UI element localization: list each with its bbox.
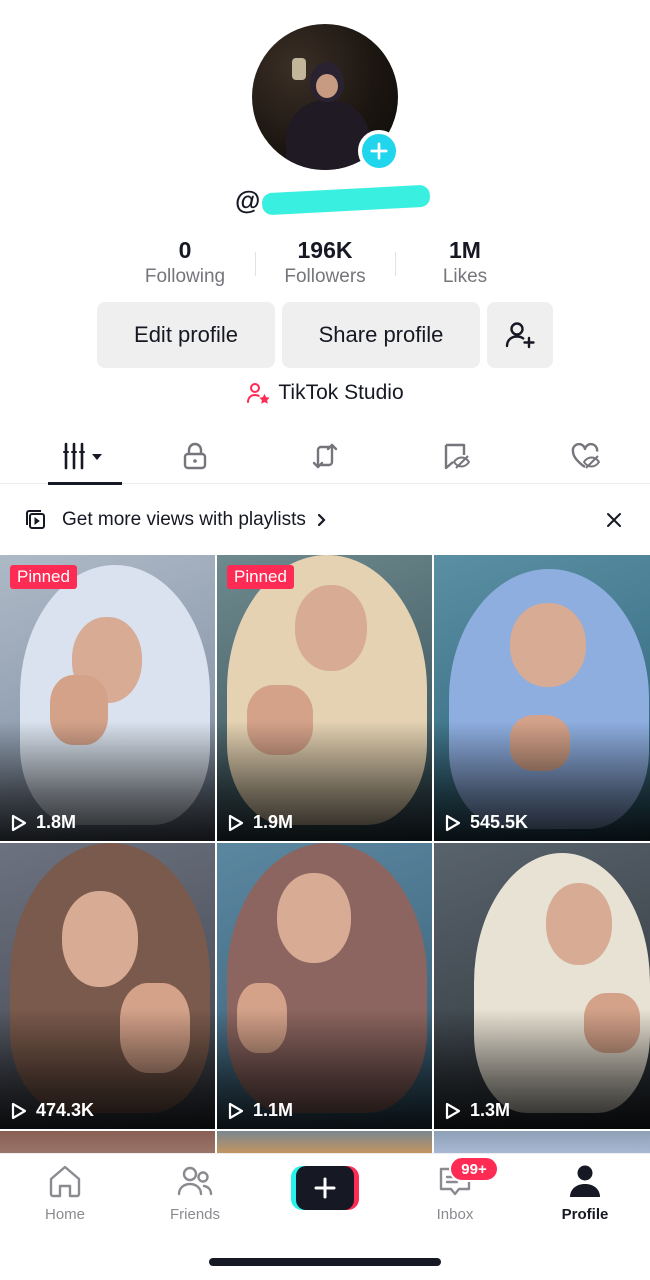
tab-liked[interactable]	[520, 428, 650, 484]
video-tile-peek[interactable]	[0, 1131, 215, 1153]
stat-label: Likes	[442, 266, 488, 287]
view-count-value: 1.9M	[253, 812, 294, 832]
view-count-value: 1.8M	[36, 812, 77, 832]
video-tile[interactable]: 1.3M	[434, 843, 650, 1129]
chevron-right-icon	[317, 513, 326, 527]
nav-label: Friends	[169, 1206, 221, 1223]
video-tile-peek[interactable]	[434, 1131, 650, 1153]
heart-hidden-icon	[571, 442, 600, 469]
play-icon	[11, 1102, 27, 1119]
stat-following[interactable]: 0 Following	[115, 236, 255, 292]
inbox-badge: 99+	[449, 1156, 499, 1182]
video-tile[interactable]: 545.5K	[434, 555, 650, 841]
close-icon[interactable]	[604, 510, 624, 530]
add-friend-button[interactable]	[487, 302, 553, 368]
plus-icon	[370, 142, 388, 160]
view-count: 1.3M	[444, 1100, 510, 1121]
nav-profile[interactable]: Profile	[520, 1162, 650, 1223]
nav-home[interactable]: Home	[0, 1162, 130, 1223]
video-tile[interactable]: Pinned 1.9M	[217, 555, 432, 841]
play-icon	[11, 814, 27, 831]
tiktok-studio-link[interactable]: TikTok Studio	[0, 378, 650, 408]
share-profile-button[interactable]: Share profile	[282, 302, 480, 368]
stat-value: 196K	[297, 237, 353, 263]
home-icon	[49, 1165, 81, 1198]
stat-likes[interactable]: 1M Likes	[395, 236, 535, 292]
lock-icon	[183, 442, 207, 470]
nav-friends[interactable]: Friends	[130, 1162, 260, 1223]
nav-label: Profile	[561, 1206, 609, 1223]
add-user-icon	[505, 322, 535, 349]
stat-value: 0	[178, 237, 192, 263]
play-icon	[228, 814, 244, 831]
view-count-value: 1.1M	[253, 1100, 294, 1120]
playlist-icon	[26, 510, 45, 529]
bookmark-hidden-icon	[444, 443, 470, 470]
stat-label: Following	[144, 266, 226, 287]
playlists-banner[interactable]: Get more views with playlists	[0, 486, 650, 554]
plus-icon	[314, 1177, 336, 1199]
play-icon	[228, 1102, 244, 1119]
stat-value: 1M	[449, 237, 481, 263]
pinned-badge: Pinned	[10, 565, 77, 589]
play-icon	[445, 1102, 461, 1119]
tab-videos[interactable]	[0, 428, 130, 485]
thumbnail-face	[295, 585, 367, 671]
view-count: 1.1M	[227, 1100, 293, 1121]
stat-followers[interactable]: 196K Followers	[255, 236, 395, 292]
profile-stats: 0 Following 196K Followers 1M Likes	[115, 236, 535, 292]
stat-label: Followers	[284, 266, 366, 287]
video-grid: Pinned 1.8M Pinned 1.9M 545.5K 474.3K 1.…	[0, 555, 650, 1153]
view-count-value: 545.5K	[470, 812, 529, 832]
view-count: 545.5K	[444, 812, 528, 833]
videos-grid-icon	[63, 442, 102, 470]
view-count-value: 474.3K	[36, 1100, 95, 1120]
view-count: 474.3K	[10, 1100, 94, 1121]
profile-avatar-container[interactable]	[252, 24, 400, 172]
profile-tabs	[0, 428, 650, 485]
thumbnail-face	[277, 873, 351, 963]
nav-label: Home	[44, 1206, 85, 1223]
video-tile-peek[interactable]	[217, 1131, 432, 1153]
view-count: 1.9M	[227, 812, 293, 833]
nav-label: Inbox	[436, 1206, 474, 1223]
add-avatar-button[interactable]	[358, 130, 400, 172]
tab-favorites[interactable]	[390, 428, 520, 484]
thumbnail-face	[62, 891, 138, 987]
video-tile[interactable]: 1.1M	[217, 843, 432, 1129]
thumbnail-face	[510, 603, 586, 687]
tab-private[interactable]	[130, 428, 260, 484]
repost-icon	[312, 443, 338, 469]
tab-reposts[interactable]	[260, 428, 390, 484]
avatar-figure-body	[286, 100, 370, 170]
username-redaction	[261, 184, 431, 216]
thumbnail-face	[546, 883, 612, 965]
avatar-figure-face	[316, 74, 338, 98]
avatar-background-lamp	[292, 58, 306, 80]
view-count: 1.8M	[10, 812, 76, 833]
video-tile[interactable]: Pinned 1.8M	[0, 555, 215, 841]
video-tile[interactable]: 474.3K	[0, 843, 215, 1129]
create-button[interactable]	[291, 1166, 359, 1210]
studio-user-star-icon	[247, 383, 271, 404]
profile-actions: Edit profile Share profile	[97, 302, 553, 368]
edit-profile-button[interactable]: Edit profile	[97, 302, 275, 368]
friends-icon	[177, 1166, 213, 1196]
studio-label: TikTok Studio	[278, 381, 404, 404]
home-indicator[interactable]	[209, 1258, 441, 1266]
username: @	[235, 184, 431, 216]
play-icon	[445, 814, 461, 831]
pinned-badge: Pinned	[227, 565, 294, 589]
username-prefix: @	[235, 184, 261, 215]
create-button-face	[296, 1166, 354, 1210]
profile-icon	[570, 1165, 600, 1197]
view-count-value: 1.3M	[470, 1100, 511, 1120]
banner-text: Get more views with playlists	[62, 509, 306, 530]
